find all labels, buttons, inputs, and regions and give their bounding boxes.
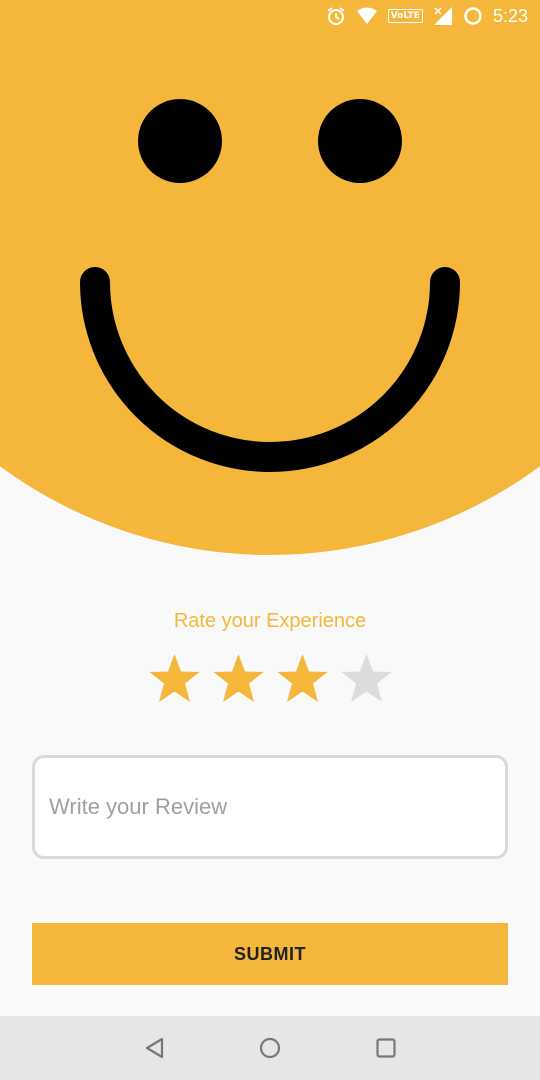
back-icon[interactable] bbox=[140, 1034, 168, 1062]
rating-screen: VoLTE 5:23 Rate your Experience SUBMIT bbox=[0, 0, 540, 1080]
volte-icon: VoLTE bbox=[387, 9, 423, 23]
submit-button[interactable]: SUBMIT bbox=[32, 923, 508, 985]
star-icon[interactable] bbox=[212, 650, 265, 706]
right-eye bbox=[318, 99, 402, 183]
star-rating[interactable] bbox=[0, 650, 540, 706]
left-eye bbox=[138, 99, 222, 183]
star-icon[interactable] bbox=[148, 650, 201, 706]
battery-icon bbox=[463, 6, 483, 26]
status-time: 5:23 bbox=[492, 5, 528, 26]
star-icon[interactable] bbox=[340, 650, 393, 706]
star-icon[interactable] bbox=[276, 650, 329, 706]
smiley-face bbox=[0, 0, 540, 555]
navigation-bar bbox=[0, 1016, 540, 1080]
status-bar: VoLTE 5:23 bbox=[0, 0, 540, 32]
recents-icon[interactable] bbox=[372, 1034, 400, 1062]
wifi-icon bbox=[356, 7, 378, 25]
signal-icon bbox=[433, 6, 453, 26]
rating-label: Rate your Experience bbox=[173, 610, 367, 632]
home-icon[interactable] bbox=[256, 1034, 284, 1062]
alarm-icon bbox=[326, 6, 346, 26]
review-input[interactable] bbox=[32, 755, 508, 859]
